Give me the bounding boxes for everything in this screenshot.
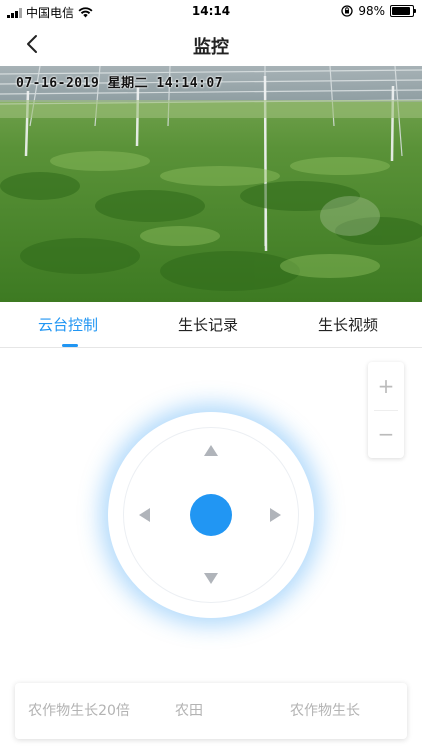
left-arrow-icon[interactable] bbox=[139, 508, 150, 522]
tab-growth-record[interactable]: 生长记录 bbox=[178, 314, 238, 335]
battery-percent: 98% bbox=[358, 4, 385, 18]
video-timestamp: 07-16-2019 星期二 14:14:07 bbox=[16, 76, 224, 91]
status-right: 98% bbox=[341, 4, 416, 18]
zoom-out-button[interactable]: − bbox=[368, 410, 404, 458]
nav-bar: 监控 bbox=[0, 22, 422, 66]
status-bar: 中国电信 14:14 98% bbox=[0, 0, 422, 22]
joystick-center-button[interactable] bbox=[190, 494, 232, 536]
greenhouse-scene-image bbox=[0, 66, 422, 302]
zoom-in-button[interactable]: + bbox=[368, 362, 404, 410]
camera-video-feed[interactable]: 07-16-2019 星期二 14:14:07 bbox=[0, 66, 422, 302]
tab-bar: 云台控制 生长记录 生长视频 bbox=[0, 302, 422, 348]
tab-growth-video[interactable]: 生长视频 bbox=[318, 314, 378, 335]
down-arrow-icon[interactable] bbox=[204, 573, 218, 584]
tab-ptz-control[interactable]: 云台控制 bbox=[38, 314, 98, 335]
right-arrow-icon[interactable] bbox=[270, 508, 281, 522]
battery-icon bbox=[390, 5, 416, 17]
preset-bar: 农作物生长20倍 农田 农作物生长 bbox=[15, 683, 407, 739]
page-title: 监控 bbox=[193, 37, 229, 58]
zoom-control: + − bbox=[368, 362, 404, 458]
orientation-lock-icon bbox=[341, 5, 353, 17]
up-arrow-icon[interactable] bbox=[204, 445, 218, 456]
tab-active-indicator bbox=[62, 344, 78, 347]
preset-item-crop-growth[interactable]: 农作物生长 bbox=[251, 683, 399, 739]
preset-item-farmland[interactable]: 农田 bbox=[143, 683, 235, 739]
ptz-joystick[interactable] bbox=[108, 412, 314, 618]
preset-item-crop-growth-20x[interactable]: 农作物生长20倍 bbox=[23, 683, 135, 739]
battery-fill bbox=[392, 7, 410, 15]
